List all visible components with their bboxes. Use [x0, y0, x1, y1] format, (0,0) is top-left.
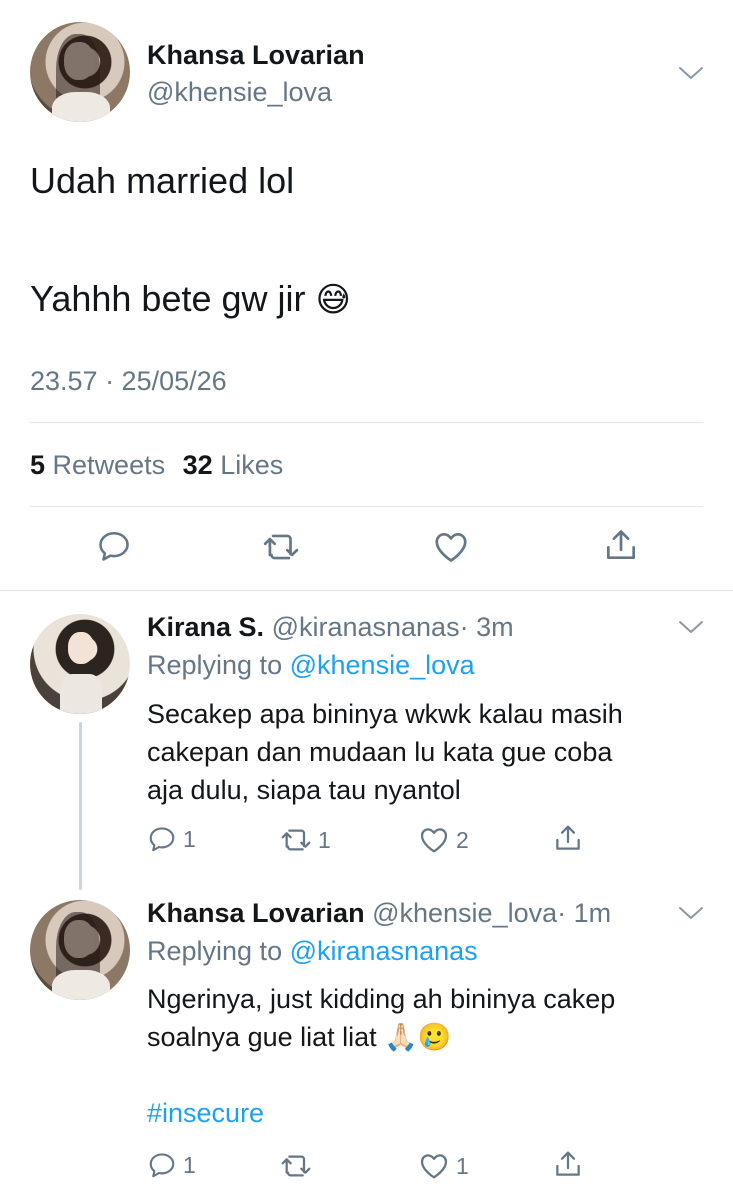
avatar[interactable]	[30, 900, 130, 1000]
author-handle[interactable]: @khensie_lova	[147, 77, 332, 108]
avatar-dress	[60, 674, 102, 714]
share-action[interactable]	[552, 1148, 584, 1180]
tweet-timestamp[interactable]: 23.57 · 25/05/26	[30, 366, 227, 397]
hashtag-link[interactable]: #insecure	[147, 1098, 264, 1129]
reply-action[interactable]: 1	[147, 824, 196, 854]
reply-text-line: cakepan dan mudaan lu kata gue coba	[147, 737, 613, 767]
like-icon[interactable]	[432, 528, 470, 566]
likes-label: Likes	[220, 450, 284, 480]
reply-header: Khansa Lovarian @khensie_lova· 1m	[147, 898, 611, 929]
reply-text-line: aja dulu, siapa tau nyantol	[147, 775, 461, 805]
replying-to: Replying to @kiranasnanas	[147, 936, 478, 967]
engagement-stats: 5 Retweets 32 Likes	[30, 450, 283, 481]
section-divider	[0, 590, 733, 591]
author-name[interactable]: Khansa Lovarian	[147, 898, 365, 928]
like-action[interactable]: 2	[418, 824, 469, 856]
replying-to-label: Replying to	[147, 936, 283, 966]
avatar-shirt	[52, 970, 110, 1000]
grinning-sweat-emoji: 😅	[315, 281, 351, 319]
reply-text: Ngerinya, just kidding ah bininya cakep …	[147, 980, 615, 1056]
author-name[interactable]: Khansa Lovarian	[147, 40, 365, 71]
likes-count: 32	[182, 450, 213, 480]
chevron-down-icon[interactable]	[676, 62, 706, 84]
like-count: 1	[456, 1152, 469, 1179]
reply-text: Secakep apa bininya wkwk kalau masih cak…	[147, 695, 623, 809]
chevron-down-icon[interactable]	[676, 902, 706, 924]
reply-time: · 1m	[557, 898, 612, 928]
thread-line	[79, 722, 82, 890]
retweets-label: Retweets	[52, 450, 166, 480]
avatar-face	[68, 632, 94, 664]
reply-icon[interactable]	[96, 528, 132, 564]
share-icon	[552, 1148, 584, 1180]
retweets-count: 5	[30, 450, 46, 480]
author-handle[interactable]: @kiranasnanas	[272, 612, 460, 642]
avatar-shirt	[52, 92, 110, 122]
likes-stat[interactable]: 32 Likes	[183, 450, 284, 480]
tweet-text-line2-wrap: Yahhh bete gw jir 😅	[30, 278, 351, 320]
reply-text-line: soalnya gue liat liat	[147, 1022, 377, 1052]
share-icon[interactable]	[602, 526, 640, 564]
author-name[interactable]: Kirana S.	[147, 612, 264, 642]
like-count: 2	[456, 826, 469, 853]
retweet-icon[interactable]	[262, 528, 300, 566]
tweet-text-line1: Udah married lol	[30, 160, 295, 201]
divider	[30, 506, 703, 507]
retweet-action[interactable]	[280, 1150, 318, 1182]
reply-header: Kirana S. @kiranasnanas· 3m	[147, 612, 514, 643]
retweet-count: 1	[318, 826, 331, 853]
like-action[interactable]: 1	[418, 1150, 469, 1182]
retweet-action[interactable]: 1	[280, 824, 331, 856]
retweet-icon	[280, 824, 312, 856]
reply-text-line: Secakep apa bininya wkwk kalau masih	[147, 699, 623, 729]
replying-to-handle[interactable]: @khensie_lova	[290, 650, 475, 680]
avatar[interactable]	[30, 614, 130, 714]
avatar[interactable]	[30, 22, 130, 122]
like-icon	[418, 1150, 450, 1182]
replying-to-handle[interactable]: @kiranasnanas	[290, 936, 478, 966]
hashtag: #insecure	[147, 1098, 265, 1128]
reply-count: 1	[183, 1151, 196, 1178]
reply-icon	[147, 1150, 177, 1180]
reply-text-line-wrap: soalnya gue liat liat 🙏🏻🥲	[147, 1018, 615, 1056]
divider	[30, 422, 703, 423]
retweets-stat[interactable]: 5 Retweets	[30, 450, 173, 480]
retweet-icon	[280, 1150, 312, 1182]
share-icon	[552, 822, 584, 854]
chevron-down-icon[interactable]	[676, 616, 706, 638]
reply-icon	[147, 824, 177, 854]
reply-count: 1	[183, 825, 196, 852]
like-icon	[418, 824, 450, 856]
replying-to: Replying to @khensie_lova	[147, 650, 475, 681]
author-handle[interactable]: @khensie_lova	[372, 898, 557, 928]
reply-text-line: Ngerinya, just kidding ah bininya cakep	[147, 984, 616, 1014]
reply-action[interactable]: 1	[147, 1150, 196, 1180]
tweet-text-line2: Yahhh bete gw jir	[30, 278, 306, 319]
replying-to-label: Replying to	[147, 650, 283, 680]
praying-hands-emoji: 🙏🏻🥲	[384, 1022, 452, 1052]
share-action[interactable]	[552, 822, 584, 854]
reply-time: · 3m	[459, 612, 514, 642]
